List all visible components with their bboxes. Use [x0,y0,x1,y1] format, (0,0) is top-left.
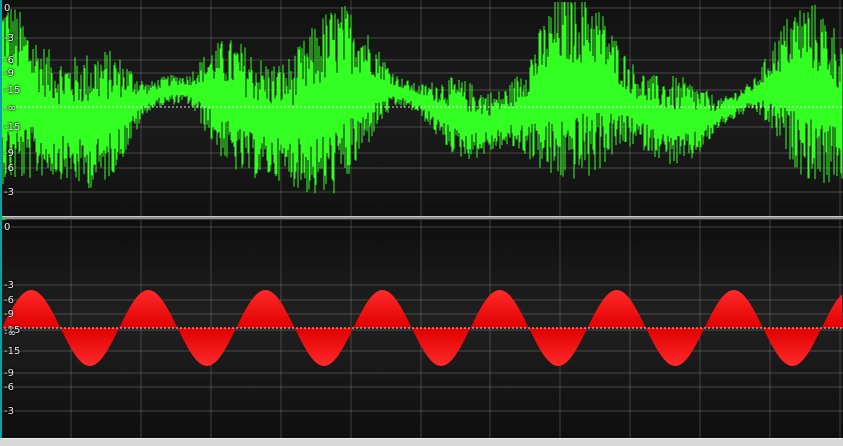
horizontal-scrollbar[interactable] [0,438,843,446]
track-1-waveform [0,0,843,218]
track-2-waveform-panel[interactable]: 0 -3 -6 -9 -15 -∞ -15 -9 -6 -3 [0,220,843,440]
track-2-waveform [0,220,843,440]
viewer-left-border [0,0,2,438]
waveform-spikes [1,2,843,194]
waveform-viewer: 0 -3 -6 -9 -15 -∞ -15 -9 -6 -3 0 -3 -6 -9 -15 -∞ -15 -9-… [0,0,843,446]
track-1-waveform-panel[interactable]: 0 -3 -6 -9 -15 -∞ -15 -9 -6 -3 [0,0,843,219]
